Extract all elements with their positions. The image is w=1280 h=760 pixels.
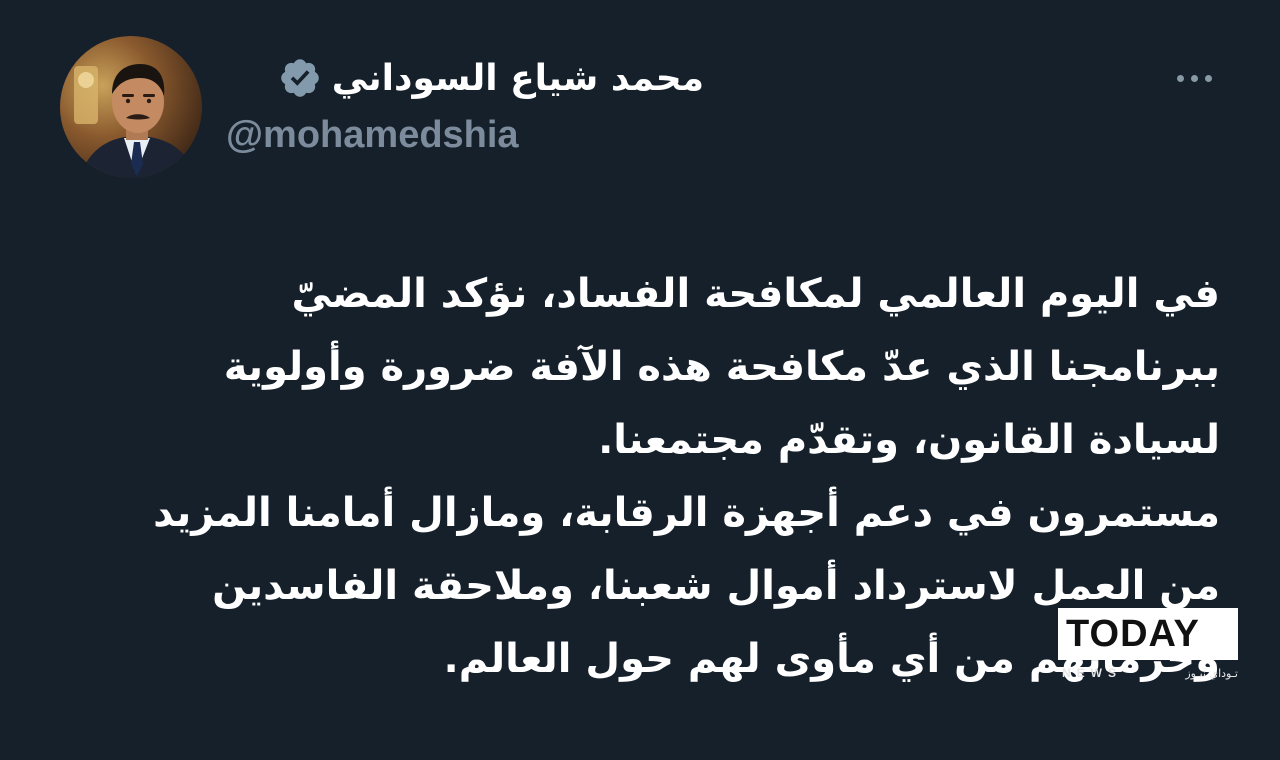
tweet-line: من العمل لاسترداد أموال شعبنا، وملاحقة ا… — [212, 563, 1220, 609]
tweet-line: وحرمانهم من أي مأوى لهم حول العالم. — [443, 636, 1220, 682]
display-name-row[interactable]: محمد شياع السوداني — [278, 50, 704, 106]
profile-photo — [60, 36, 202, 178]
tweet-line: في اليوم العالمي لمكافحة الفساد، نؤكد ال… — [291, 271, 1220, 317]
watermark-news-text: NEWS — [1062, 666, 1122, 680]
tweet-line: لسيادة القانون، وتقدّم مجتمعنا. — [598, 417, 1220, 463]
display-name[interactable]: محمد شياع السوداني — [332, 58, 704, 99]
watermark-logo-text: TODAY — [1066, 613, 1200, 655]
more-horizontal-icon — [1176, 74, 1184, 82]
more-horizontal-icon-dot — [1190, 74, 1198, 82]
more-options-button[interactable] — [1168, 62, 1220, 94]
tweet-text: في اليوم العالمي لمكافحة الفساد، نؤكد ال… — [60, 258, 1220, 696]
tweet-line: مستمرون في دعم أجهزة الرقابة، ومازال أما… — [153, 490, 1220, 536]
user-handle[interactable]: @mohamedshia — [226, 114, 519, 157]
today-news-watermark: TODAY NEWS تـوداي نيـوز — [1058, 608, 1238, 688]
tweet-line: ببرنامجنا الذي عدّ مكافحة هذه الآفة ضرور… — [223, 344, 1220, 390]
more-horizontal-icon-dot — [1204, 74, 1212, 82]
avatar[interactable] — [60, 36, 202, 178]
watermark-logo-box: TODAY — [1058, 608, 1238, 660]
watermark-arabic-text: تـوداي نيـوز — [1185, 666, 1238, 680]
watermark-subtitle: NEWS تـوداي نيـوز — [1062, 666, 1238, 680]
verified-badge-icon — [278, 56, 322, 100]
tweet-screenshot: محمد شياع السوداني @mohamedshia في اليوم… — [0, 0, 1280, 760]
